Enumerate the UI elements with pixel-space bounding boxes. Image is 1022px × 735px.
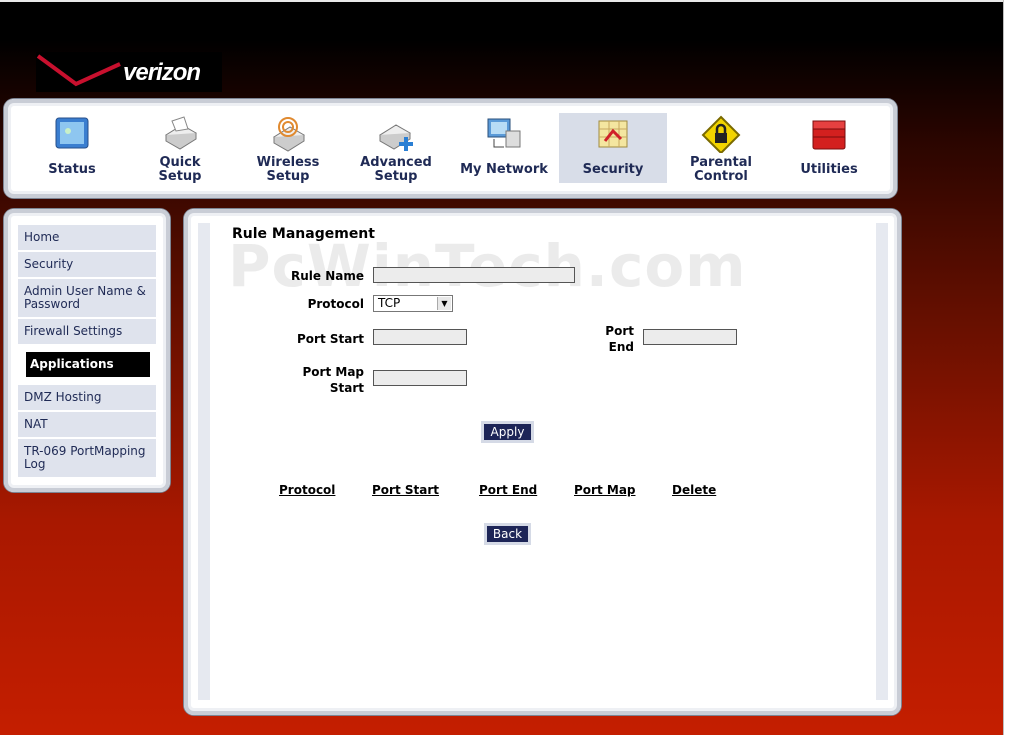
port-start-input[interactable] bbox=[373, 329, 467, 345]
protocol-select-value: TCP bbox=[378, 296, 401, 310]
col-port-end[interactable]: Port End bbox=[479, 483, 537, 497]
sidebar-item-tr069-portmapping-log[interactable]: TR-069 PortMapping Log bbox=[18, 439, 156, 477]
utilities-icon bbox=[812, 120, 846, 150]
vertical-scrollbar[interactable] bbox=[1003, 0, 1022, 735]
security-icon bbox=[598, 120, 628, 148]
sidebar-item-applications[interactable]: Applications bbox=[26, 352, 150, 377]
protocol-select[interactable]: TCP ▼ bbox=[373, 295, 453, 312]
sidebar-item-dmz-hosting[interactable]: DMZ Hosting bbox=[18, 385, 156, 410]
nav-security[interactable]: Security bbox=[559, 113, 667, 183]
nav-quick-setup[interactable]: Quick Setup bbox=[126, 113, 234, 184]
nav-label: Status bbox=[48, 162, 96, 177]
logo-text: verizon bbox=[123, 59, 201, 86]
apply-button[interactable]: Apply bbox=[484, 424, 531, 440]
protocol-label: Protocol bbox=[307, 297, 364, 311]
advanced-setup-icon bbox=[379, 124, 413, 151]
sidebar-item-firewall-settings[interactable]: Firewall Settings bbox=[18, 319, 156, 344]
port-map-start-input[interactable] bbox=[373, 370, 467, 386]
sidebar-item-admin-user-name-password[interactable]: Admin User Name & Password bbox=[18, 279, 156, 317]
nav-label: Parental Control bbox=[690, 155, 752, 184]
nav-parental-control[interactable]: Parental Control bbox=[667, 113, 775, 184]
port-end-input[interactable] bbox=[643, 329, 737, 345]
content-border-left bbox=[198, 223, 210, 700]
port-map-start-label: Port Map Start bbox=[302, 365, 365, 395]
page-title: Rule Management bbox=[232, 226, 375, 242]
col-port-map[interactable]: Port Map bbox=[574, 483, 636, 497]
nav-label: Advanced Setup bbox=[360, 155, 432, 184]
nav-advanced-setup[interactable]: Advanced Setup bbox=[342, 113, 450, 184]
parental-control-icon bbox=[701, 115, 741, 153]
nav-label: My Network bbox=[460, 162, 548, 177]
nav-label: Quick Setup bbox=[158, 155, 202, 184]
wireless-setup-icon bbox=[273, 117, 305, 152]
verizon-logo: verizon bbox=[36, 52, 222, 92]
content-border-right bbox=[876, 223, 888, 700]
rule-name-input[interactable] bbox=[373, 267, 575, 283]
sidebar-item-nat[interactable]: NAT bbox=[18, 412, 156, 437]
nav-wireless-setup[interactable]: Wireless Setup bbox=[234, 113, 342, 184]
quick-setup-icon bbox=[165, 116, 197, 150]
chevron-down-icon[interactable]: ▼ bbox=[437, 297, 451, 310]
sidebar-item-security[interactable]: Security bbox=[18, 252, 156, 277]
watermark: PcWinTech.com bbox=[228, 232, 747, 300]
nav-label: Wireless Setup bbox=[256, 155, 320, 184]
sidebar-item-home[interactable]: Home bbox=[18, 225, 156, 250]
back-button[interactable]: Back bbox=[487, 526, 528, 542]
nav-utilities[interactable]: Utilities bbox=[775, 113, 883, 183]
nav-label: Utilities bbox=[800, 162, 858, 177]
my-network-icon bbox=[487, 118, 521, 148]
nav-my-network[interactable]: My Network bbox=[450, 113, 558, 183]
nav-status[interactable]: Status bbox=[18, 113, 126, 183]
window-top-edge bbox=[0, 0, 1004, 2]
col-protocol[interactable]: Protocol bbox=[279, 483, 335, 497]
col-delete[interactable]: Delete bbox=[672, 483, 716, 497]
rule-name-label: Rule Name bbox=[291, 269, 364, 283]
col-port-start[interactable]: Port Start bbox=[372, 483, 439, 497]
port-start-label: Port Start bbox=[296, 332, 364, 346]
status-icon bbox=[55, 117, 89, 149]
port-end-label: Port End bbox=[605, 324, 634, 354]
nav-label: Security bbox=[582, 162, 644, 177]
